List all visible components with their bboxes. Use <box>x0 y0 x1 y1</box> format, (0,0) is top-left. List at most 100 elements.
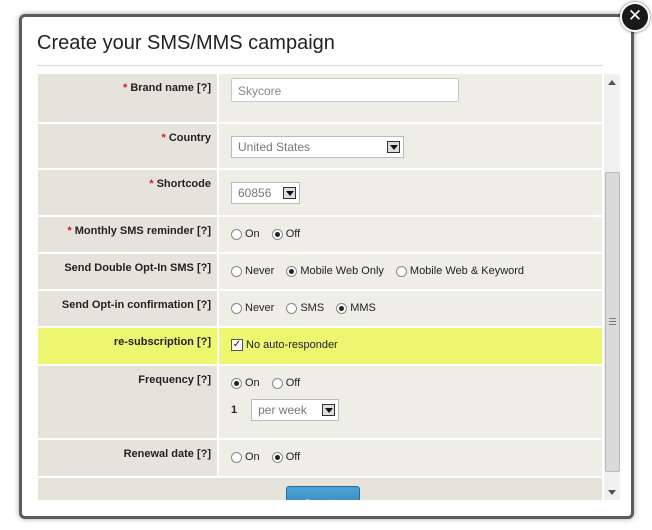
option-label: Off <box>285 377 301 389</box>
radio-button[interactable] <box>231 265 242 277</box>
brand-name-label: * Brand name [?] <box>38 74 217 122</box>
required-mark: * <box>161 132 166 144</box>
chevron-down-icon <box>283 187 296 199</box>
no-auto-responder-option[interactable]: ✓ No auto-responder <box>231 339 338 351</box>
resubscription-label: re-subscription [?] <box>38 328 217 364</box>
resubscription-cell: ✓ No auto-responder <box>219 328 602 364</box>
row-monthly-reminder: * Monthly SMS reminder [?] On Off <box>38 217 602 254</box>
optin-confirmation-sms-option[interactable]: SMS <box>286 302 324 314</box>
monthly-reminder-cell: On Off <box>219 217 602 252</box>
row-brand-name: * Brand name [?] Skycore <box>38 74 602 124</box>
double-optin-never-option[interactable]: Never <box>231 265 274 277</box>
row-country: * Country United States <box>38 124 602 170</box>
option-label: No auto-responder <box>246 339 338 351</box>
frequency-count: 1 <box>231 404 238 416</box>
renewal-date-cell: On Off <box>219 440 602 476</box>
optin-confirmation-never-option[interactable]: Never <box>231 302 274 314</box>
campaign-dialog: Create your SMS/MMS campaign * Brand nam… <box>19 14 634 519</box>
option-label: On <box>245 377 260 389</box>
shortcode-cell: 60856 <box>219 170 602 215</box>
option-label: Off <box>285 451 301 463</box>
radio-button[interactable] <box>286 265 298 277</box>
frequency-label-text: Frequency [?] <box>138 374 211 386</box>
radio-button[interactable] <box>271 228 283 240</box>
radio-button[interactable] <box>231 302 242 314</box>
scroll-down-icon[interactable] <box>604 484 620 500</box>
close-icon: ✕ <box>627 6 643 26</box>
renewal-date-label: Renewal date [?] <box>38 440 217 476</box>
option-label: SMS <box>300 302 325 314</box>
row-frequency: Frequency [?] On Off 1 per week <box>38 366 602 440</box>
monthly-reminder-label: * Monthly SMS reminder [?] <box>38 217 217 252</box>
radio-button[interactable] <box>231 228 242 240</box>
option-label: Mobile Web Only <box>300 265 384 277</box>
form-footer: Create <box>38 478 602 500</box>
brand-name-input[interactable]: Skycore <box>231 78 459 102</box>
chevron-down-icon <box>322 404 336 416</box>
row-double-optin: Send Double Opt-In SMS [?] Never Mobile … <box>38 254 602 291</box>
vertical-scrollbar[interactable] <box>604 74 620 500</box>
scroll-up-icon[interactable] <box>604 74 620 90</box>
create-button[interactable]: Create <box>286 486 360 500</box>
radio-button[interactable] <box>336 302 348 314</box>
country-cell: United States <box>219 124 602 168</box>
double-optin-mobile-web-option[interactable]: Mobile Web Only <box>286 265 384 277</box>
country-label-text: Country <box>168 132 211 144</box>
country-value: United States <box>238 140 311 154</box>
radio-button[interactable] <box>271 451 283 463</box>
radio-button[interactable] <box>231 451 242 463</box>
option-label: MMS <box>350 302 376 314</box>
brand-name-label-text: Brand name [?] <box>130 82 211 94</box>
frequency-period-value: per week <box>258 403 307 417</box>
frequency-period-select[interactable]: per week <box>251 399 340 421</box>
radio-button[interactable] <box>271 377 283 389</box>
frequency-off-option[interactable]: Off <box>271 377 301 389</box>
dialog-title: Create your SMS/MMS campaign <box>37 32 335 54</box>
form-scroll-area[interactable]: * Brand name [?] Skycore * Country Unite… <box>38 74 602 500</box>
frequency-label: Frequency [?] <box>38 366 217 438</box>
shortcode-label-text: Shortcode <box>156 178 211 190</box>
grip-icon <box>609 318 616 327</box>
option-label: On <box>245 451 260 463</box>
row-optin-confirmation: Send Opt-in confirmation [?] Never SMS M… <box>38 291 602 328</box>
double-optin-mobile-web-keyword-option[interactable]: Mobile Web & Keyword <box>395 265 525 277</box>
row-renewal-date: Renewal date [?] On Off <box>38 440 602 478</box>
required-mark: * <box>67 225 72 237</box>
monthly-reminder-label-text: Monthly SMS reminder [?] <box>74 225 211 237</box>
option-label: On <box>245 228 260 240</box>
option-label: Mobile Web & Keyword <box>409 265 525 277</box>
close-button[interactable]: ✕ <box>620 2 650 32</box>
renewal-date-off-option[interactable]: Off <box>271 451 301 463</box>
radio-button[interactable] <box>395 265 407 277</box>
shortcode-label: * Shortcode <box>38 170 217 215</box>
optin-confirmation-cell: Never SMS MMS <box>219 291 602 326</box>
title-divider <box>37 65 603 66</box>
monthly-reminder-on-option[interactable]: On <box>231 228 260 240</box>
radio-button[interactable] <box>286 302 298 314</box>
double-optin-label-text: Send Double Opt-In SMS [?] <box>64 262 211 274</box>
double-optin-label: Send Double Opt-In SMS [?] <box>38 254 217 289</box>
brand-name-value: Skycore <box>238 84 282 98</box>
country-label: * Country <box>38 124 217 168</box>
check-icon: ✓ <box>232 339 242 350</box>
shortcode-select[interactable]: 60856 <box>231 182 300 204</box>
required-mark: * <box>122 82 128 94</box>
required-mark: * <box>149 178 154 190</box>
row-shortcode: * Shortcode 60856 <box>38 170 602 217</box>
optin-confirmation-label: Send Opt-in confirmation [?] <box>38 291 217 326</box>
no-auto-responder-checkbox[interactable]: ✓ <box>231 339 243 351</box>
monthly-reminder-off-option[interactable]: Off <box>271 228 300 240</box>
scrollbar-thumb[interactable] <box>605 172 620 472</box>
frequency-cell: On Off 1 per week <box>219 366 602 438</box>
frequency-on-option[interactable]: On <box>231 377 260 389</box>
radio-button[interactable] <box>231 377 242 389</box>
shortcode-value: 60856 <box>238 186 272 200</box>
renewal-date-label-text: Renewal date [?] <box>123 448 211 460</box>
optin-confirmation-mms-option[interactable]: MMS <box>336 302 376 314</box>
option-label: Never <box>245 302 275 314</box>
country-select[interactable]: United States <box>231 136 404 158</box>
option-label: Never <box>245 265 275 277</box>
chevron-down-icon <box>387 141 400 153</box>
renewal-date-on-option[interactable]: On <box>231 451 260 463</box>
optin-confirmation-label-text: Send Opt-in confirmation [?] <box>61 299 211 311</box>
